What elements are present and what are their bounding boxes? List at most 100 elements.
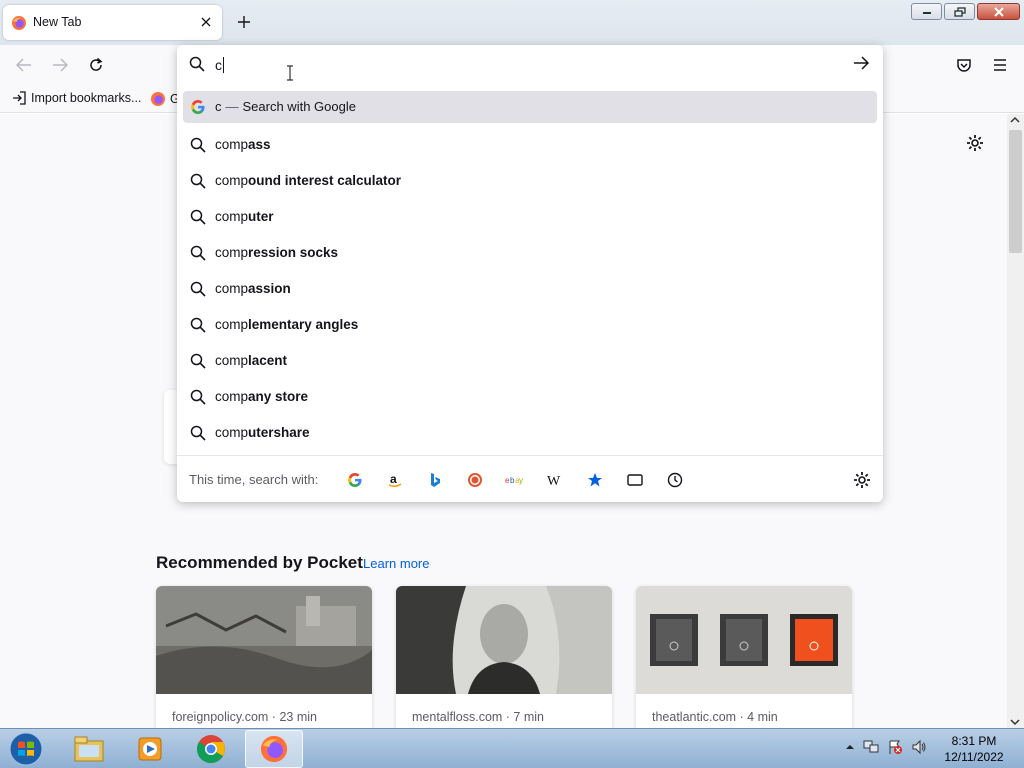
pocket-card[interactable]: foreignpolicy.com · 23 min xyxy=(156,586,372,728)
import-icon xyxy=(12,91,26,105)
suggestion-item[interactable]: company store xyxy=(183,379,877,415)
explorer-taskbar-icon[interactable] xyxy=(60,730,118,768)
clock-date: 12/11/2022 xyxy=(944,750,1004,764)
suggestion-prefix: comp xyxy=(215,317,249,332)
svg-text:W: W xyxy=(547,474,561,487)
card-thumbnail xyxy=(156,586,372,694)
suggestion-item[interactable]: computershare xyxy=(183,415,877,451)
pocket-card[interactable]: theatlantic.com · 4 min xyxy=(636,586,852,728)
search-icon xyxy=(190,389,206,405)
search-settings-gear-icon[interactable] xyxy=(853,471,871,489)
suggestion-prefix: comp xyxy=(215,425,249,440)
suggestion-completion: ound interest calculator xyxy=(248,173,402,188)
suggestion-action: Search with Google xyxy=(242,99,356,114)
card-thumbnail xyxy=(396,586,612,694)
start-button[interactable] xyxy=(4,730,48,768)
suggestion-item[interactable]: complementary angles xyxy=(183,307,877,343)
restore-icon[interactable] xyxy=(944,3,975,20)
one-off-search-bar: This time, search with: a ebay W xyxy=(177,455,883,502)
scroll-thumb[interactable] xyxy=(1009,130,1022,253)
bookmarks-star-icon[interactable] xyxy=(585,470,605,490)
pocket-save-icon[interactable] xyxy=(952,54,976,76)
suggestion-item[interactable]: compression socks xyxy=(183,235,877,271)
search-icon xyxy=(190,317,206,333)
action-center-flag-icon[interactable] xyxy=(887,739,903,755)
svg-text:y: y xyxy=(519,476,523,485)
address-bar[interactable]: c xyxy=(177,45,883,85)
learn-more-link[interactable]: Learn more xyxy=(363,556,429,571)
text-cursor-icon xyxy=(286,65,294,81)
window-controls xyxy=(911,3,1020,20)
suggestion-list: c — Search with Google compass compound int… xyxy=(183,91,877,451)
bookmark-item[interactable]: G xyxy=(150,91,180,107)
suggestion-item[interactable]: compound interest calculator xyxy=(183,163,877,199)
search-icon xyxy=(190,353,206,369)
volume-icon[interactable] xyxy=(911,739,927,755)
suggestion-separator: — xyxy=(225,99,239,114)
suggestion-prefix: comp xyxy=(215,245,249,260)
suggestion-query: c xyxy=(215,99,222,114)
suggestion-item[interactable]: compassion xyxy=(183,271,877,307)
firefox-taskbar-icon[interactable] xyxy=(245,730,303,768)
card-source: theatlantic.com · 4 min xyxy=(652,710,778,724)
tabs-icon[interactable] xyxy=(625,470,645,490)
card-source: mentalfloss.com · 7 min xyxy=(412,710,544,724)
wikipedia-icon[interactable]: W xyxy=(545,470,565,490)
scroll-down-arrow-icon[interactable] xyxy=(1010,718,1020,726)
address-bar-text[interactable]: c xyxy=(215,57,222,73)
firefox-icon xyxy=(150,91,166,107)
go-arrow-icon[interactable] xyxy=(853,56,870,70)
duckduckgo-icon[interactable] xyxy=(465,470,485,490)
tab-title: New Tab xyxy=(33,15,82,29)
ebay-icon[interactable]: ebay xyxy=(505,470,525,490)
history-clock-icon[interactable] xyxy=(665,470,685,490)
network-icon[interactable] xyxy=(863,739,879,755)
search-icon xyxy=(190,425,206,441)
pocket-card[interactable]: mentalfloss.com · 7 min xyxy=(396,586,612,728)
tab-new-tab[interactable]: New Tab xyxy=(3,5,222,40)
suggestion-completion: assion xyxy=(248,281,291,296)
suggestion-completion: any store xyxy=(248,389,309,404)
tab-strip: New Tab xyxy=(0,0,1024,45)
scroll-up-arrow-icon[interactable] xyxy=(1010,116,1020,124)
suggestion-item[interactable]: compass xyxy=(183,127,877,163)
reload-icon[interactable] xyxy=(84,54,108,76)
search-icon xyxy=(190,137,206,153)
suggestion-completion: utershare xyxy=(248,425,310,440)
bing-icon[interactable] xyxy=(425,470,445,490)
search-icon xyxy=(190,281,206,297)
suggestion-prefix: comp xyxy=(215,353,249,368)
import-bookmarks-button[interactable]: Import bookmarks... xyxy=(12,91,141,105)
media-player-taskbar-icon[interactable] xyxy=(121,730,179,768)
suggestion-search-with-google[interactable]: c — Search with Google xyxy=(183,91,877,123)
google-icon xyxy=(190,99,206,115)
close-window-icon[interactable] xyxy=(977,3,1020,20)
forward-arrow-icon[interactable] xyxy=(48,54,72,76)
suggestion-prefix: comp xyxy=(215,173,249,188)
suggestion-item[interactable]: complacent xyxy=(183,343,877,379)
new-tab-icon[interactable] xyxy=(234,12,254,32)
system-clock[interactable]: 8:31 PM 12/11/2022 xyxy=(936,733,1012,765)
personalize-gear-icon[interactable] xyxy=(966,134,984,152)
show-hidden-icons-icon[interactable] xyxy=(845,743,855,751)
suggestion-item[interactable]: computer xyxy=(183,199,877,235)
minimize-icon[interactable] xyxy=(911,3,942,20)
import-bookmarks-label: Import bookmarks... xyxy=(31,91,142,105)
search-icon xyxy=(189,56,205,72)
google-icon[interactable] xyxy=(345,470,365,490)
page-scrollbar[interactable] xyxy=(1007,114,1024,728)
firefox-icon xyxy=(11,15,27,31)
suggestion-prefix: comp xyxy=(215,209,249,224)
suggestion-completion: lacent xyxy=(248,353,288,368)
suggestion-prefix: comp xyxy=(215,137,249,152)
amazon-icon[interactable]: a xyxy=(385,470,405,490)
clock-time: 8:31 PM xyxy=(951,734,997,748)
suggestion-completion: uter xyxy=(248,209,274,224)
suggestion-prefix: comp xyxy=(215,281,249,296)
menu-icon[interactable] xyxy=(988,54,1012,76)
chrome-taskbar-icon[interactable] xyxy=(182,730,240,768)
address-bar-dropdown: c c — Search with Google compass compound i… xyxy=(177,45,883,502)
back-arrow-icon[interactable] xyxy=(12,54,36,76)
close-tab-icon[interactable] xyxy=(198,14,214,30)
suggestion-completion: ression socks xyxy=(248,245,339,260)
